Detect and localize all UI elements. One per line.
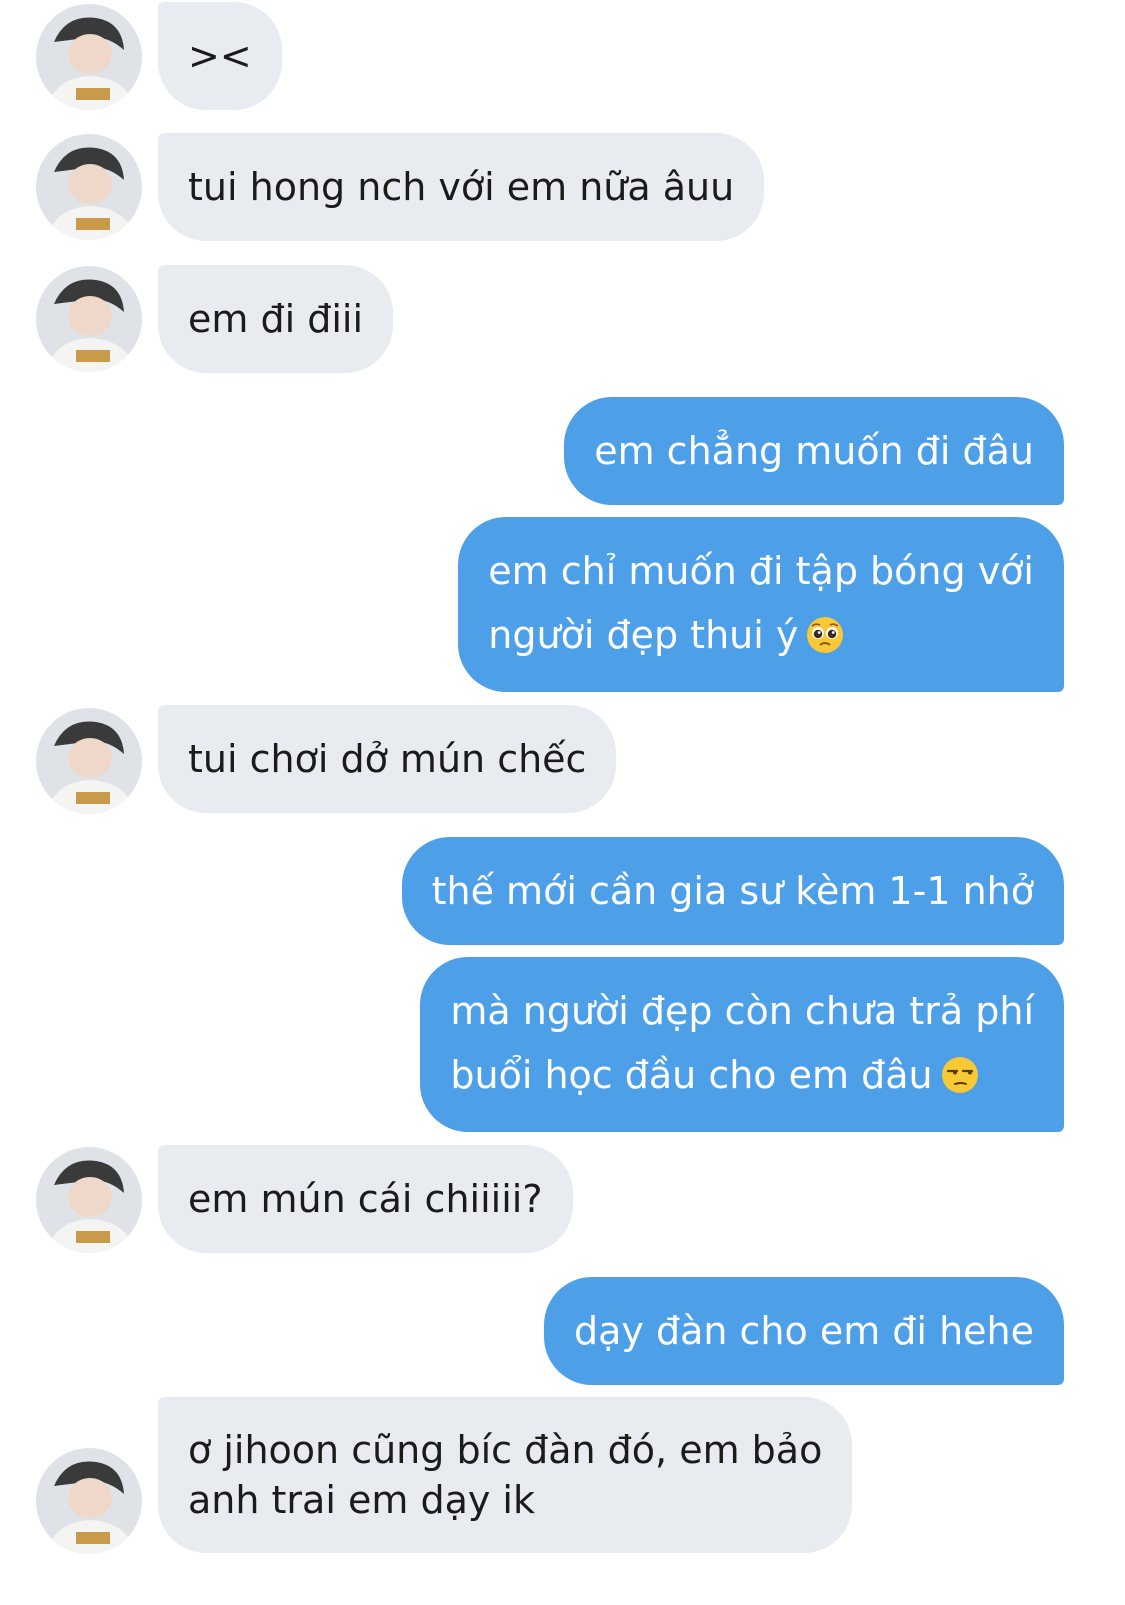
avatar[interactable] [36, 4, 142, 110]
avatar[interactable] [36, 134, 142, 240]
avatar[interactable] [36, 1147, 142, 1253]
message-text: >< [188, 34, 252, 78]
message-text-line: em chỉ muốn đi tập bóng với [488, 549, 1034, 593]
message-text: buổi học đầu cho em đâu [450, 1053, 933, 1097]
incoming-message-bubble[interactable]: em đi điii [158, 265, 394, 373]
message-text: tui chơi dở mún chếc [188, 737, 587, 781]
avatar[interactable] [36, 1448, 142, 1554]
incoming-message-bubble[interactable]: ơ jihoon cũng bíc đàn đó, em bảo anh tra… [158, 1397, 853, 1553]
incoming-message-bubble[interactable]: tui chơi dở mún chếc [158, 705, 617, 813]
message-text-line: người đẹp thui ý [488, 603, 1034, 667]
outgoing-message-bubble[interactable]: em chẳng muốn đi đâu [564, 397, 1064, 505]
message-text-line: buổi học đầu cho em đâu [450, 1043, 1034, 1107]
message-text: em đi điii [188, 297, 364, 341]
message-text: dạy đàn cho em đi hehe [573, 1309, 1034, 1353]
outgoing-message-bubble[interactable]: mà người đẹp còn chưa trả phí buổi học đ… [420, 957, 1064, 1132]
avatar[interactable] [36, 708, 142, 814]
message-text-line: anh trai em dạy ik [188, 1478, 535, 1522]
unamused-face-icon [941, 1056, 979, 1094]
avatar[interactable] [36, 266, 142, 372]
outgoing-message-bubble[interactable]: thế mới cần gia sư kèm 1-1 nhở [401, 837, 1064, 945]
message-text-line: mà người đẹp còn chưa trả phí [450, 989, 1034, 1033]
message-text: người đẹp thui ý [488, 613, 799, 657]
message-text: tui hong nch với em nữa âuu [188, 165, 735, 209]
pleading-face-icon [806, 616, 844, 654]
incoming-message-bubble[interactable]: em mún cái chiiiii? [158, 1145, 573, 1253]
chat-thread: >< tui hong nch với em nữa âuu em đi đii… [0, 0, 1125, 1605]
message-text: em chẳng muốn đi đâu [594, 429, 1034, 473]
message-text: em mún cái chiiiii? [188, 1177, 543, 1221]
incoming-message-bubble[interactable]: tui hong nch với em nữa âuu [158, 133, 765, 241]
outgoing-message-bubble[interactable]: dạy đàn cho em đi hehe [543, 1277, 1064, 1385]
outgoing-message-bubble[interactable]: em chỉ muốn đi tập bóng với người đẹp th… [458, 517, 1064, 692]
incoming-message-bubble[interactable]: >< [158, 2, 282, 110]
message-text-line: ơ jihoon cũng bíc đàn đó, em bảo [188, 1428, 823, 1472]
message-text: thế mới cần gia sư kèm 1-1 nhở [431, 869, 1034, 913]
